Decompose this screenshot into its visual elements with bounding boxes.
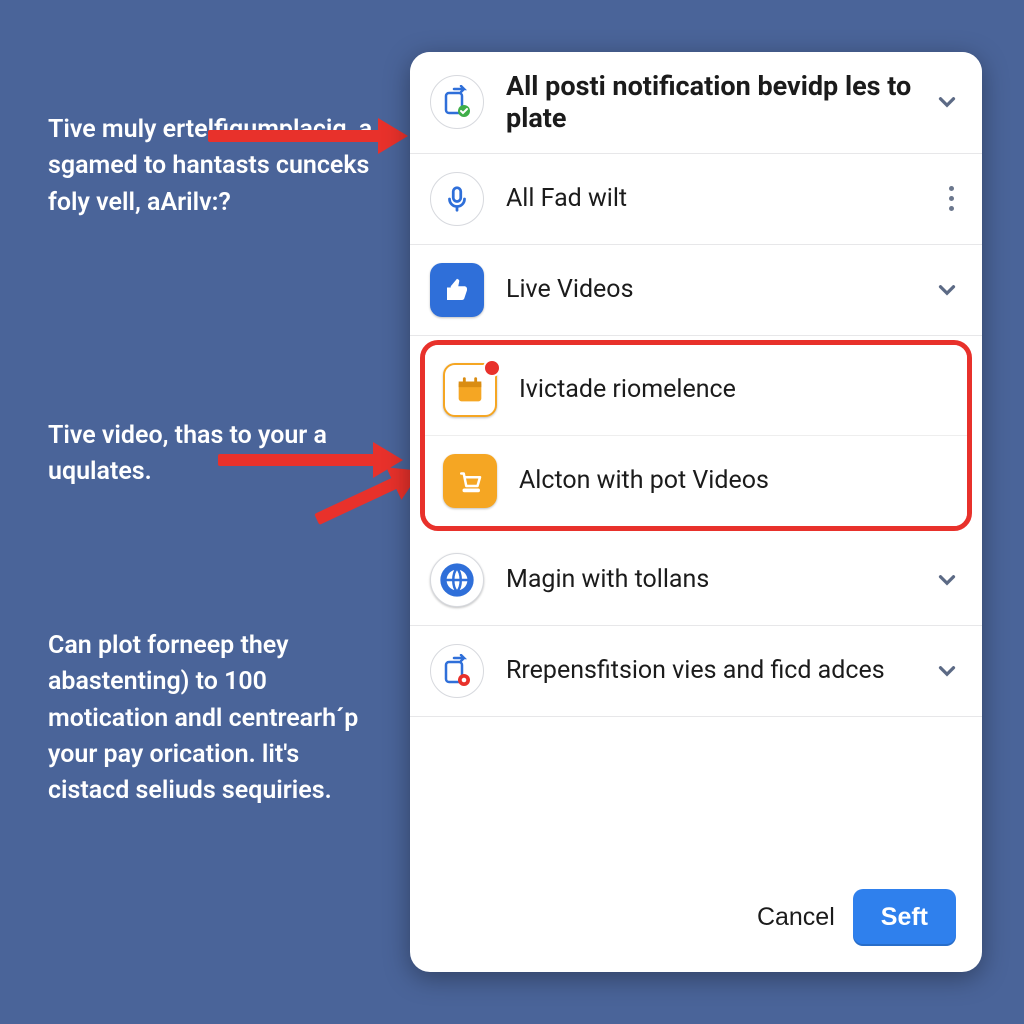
globe-icon [430, 553, 484, 607]
cart-icon [443, 454, 497, 508]
row-label: All Fad wilt [506, 184, 927, 213]
share-target-icon [430, 644, 484, 698]
caption-1: Tive muly ertelfigumplacig, a sgamed to … [48, 112, 378, 221]
notification-badge-icon [483, 359, 501, 377]
highlighted-rows: Ivictade riomelence Alcton with pot Vide… [420, 340, 972, 531]
chevron-down-icon [934, 277, 960, 303]
chevron-down-icon [934, 658, 960, 684]
row-label: Alcton with pot Videos [519, 466, 945, 495]
row-live-videos[interactable]: Live Videos [410, 245, 982, 336]
row-alcton-videos[interactable]: Alcton with pot Videos [425, 436, 967, 526]
settings-panel: All posti notification bevidp les to pla… [410, 52, 982, 972]
thumbs-up-icon [430, 263, 484, 317]
caption-3: Can plot forneep they abastenting) to 10… [48, 628, 378, 809]
row-magin-tollans[interactable]: Magin with tollans [410, 535, 982, 626]
row-all-fad-wilt[interactable]: All Fad wilt [410, 154, 982, 245]
primary-action-button[interactable]: Seft [853, 889, 956, 946]
row-label: Ivictade riomelence [519, 375, 945, 404]
notification-share-icon [430, 75, 484, 129]
row-label: Live Videos [506, 275, 912, 304]
row-ivictade[interactable]: Ivictade riomelence [425, 345, 967, 436]
mic-icon [430, 172, 484, 226]
row-label: All posti notification bevidp les to pla… [506, 70, 912, 135]
calendar-icon [443, 363, 497, 417]
row-all-post-notification[interactable]: All posti notification bevidp les to pla… [410, 52, 982, 154]
row-rrepensfitsion[interactable]: Rrepensfitsion vies and ficd adces [410, 626, 982, 717]
cancel-button[interactable]: Cancel [757, 903, 835, 932]
row-label: Magin with tollans [506, 565, 912, 594]
panel-footer: Cancel Seft [410, 867, 982, 972]
more-options-icon[interactable] [949, 186, 960, 211]
row-label: Rrepensfitsion vies and ficd adces [506, 656, 912, 685]
chevron-down-icon [934, 567, 960, 593]
chevron-down-icon [934, 89, 960, 115]
